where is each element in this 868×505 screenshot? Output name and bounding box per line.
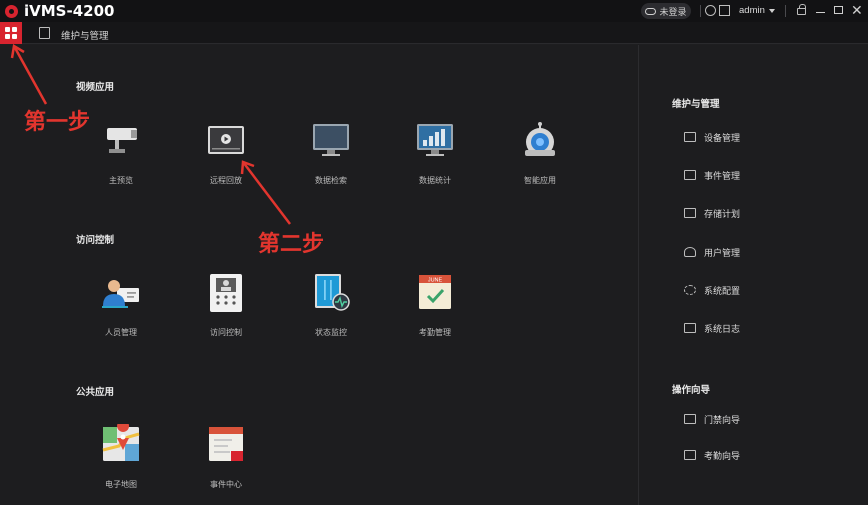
device-icon: [684, 132, 696, 142]
playback-icon: [208, 126, 244, 154]
door-terminal-icon: [210, 274, 242, 312]
grid-icon: [5, 27, 17, 39]
camera-icon: [107, 128, 137, 153]
monitor-icon: [313, 124, 349, 156]
tile-status-monitor[interactable]: 状态监控: [291, 270, 371, 342]
annotation-step-one: 第一步: [24, 110, 91, 135]
tile-person-management[interactable]: 人员管理: [81, 270, 161, 342]
close-button[interactable]: ✕: [851, 2, 865, 18]
sidebar-title-guide: 操作向导: [672, 385, 711, 396]
event-center-icon: [209, 427, 243, 461]
login-status-label: 未登录: [659, 6, 687, 17]
calendar-icon: JUNE: [419, 275, 451, 309]
section-title-video: 视频应用: [76, 82, 115, 93]
status-monitor-icon: [315, 274, 350, 311]
tab-bar: [0, 22, 868, 44]
tile-label: 智能应用: [524, 176, 556, 185]
tile-label: 远程回放: [210, 176, 242, 185]
app-logo-icon: [5, 5, 18, 18]
app-title: iVMS-4200: [24, 2, 115, 20]
user-avatar-icon[interactable]: [705, 5, 716, 16]
tile-main-preview[interactable]: 主预览: [81, 118, 161, 190]
tile-label: 数据检索: [315, 176, 347, 185]
sidebar-item-label: 用户管理: [704, 248, 741, 258]
sidebar-item-label: 设备管理: [704, 133, 741, 143]
annotation-step-two: 第二步: [258, 232, 325, 257]
person-card-icon: [102, 280, 139, 308]
tile-data-statistics[interactable]: 数据统计: [395, 118, 475, 190]
tile-remote-playback[interactable]: 远程回放: [186, 118, 266, 190]
tile-label: 访问控制: [210, 328, 242, 337]
minimize-icon: [816, 12, 825, 14]
tab-maintenance-icon[interactable]: [39, 27, 50, 39]
tile-label: 考勤管理: [419, 328, 451, 337]
divider: [785, 5, 786, 17]
tile-event-center[interactable]: 事件中心: [186, 422, 266, 494]
side-panel: [638, 45, 868, 505]
section-title-access: 访问控制: [76, 235, 115, 246]
tile-access-control[interactable]: 访问控制: [186, 270, 266, 342]
gear-icon: [684, 285, 696, 295]
sidebar-item-label: 系统配置: [704, 286, 741, 296]
robot-icon: [525, 122, 555, 156]
calendar-month-label: JUNE: [428, 278, 443, 284]
user-name[interactable]: admin: [739, 5, 765, 16]
tab-maintenance[interactable]: 维护与管理: [61, 28, 109, 42]
close-icon: ✕: [851, 2, 863, 18]
map-icon: [102, 424, 140, 461]
sidebar-item-label: 考勤向导: [704, 451, 741, 461]
tile-label: 状态监控: [315, 328, 347, 337]
tile-label: 数据统计: [419, 176, 451, 185]
lock-icon[interactable]: [797, 4, 806, 15]
storage-icon: [684, 208, 696, 218]
sidebar-item-label: 事件管理: [704, 171, 741, 181]
log-icon: [684, 323, 696, 333]
tile-data-search[interactable]: 数据检索: [291, 118, 371, 190]
door-guide-icon: [684, 414, 696, 424]
chevron-down-icon[interactable]: [769, 9, 775, 13]
maximize-icon: [834, 6, 843, 14]
tile-label: 事件中心: [210, 480, 242, 489]
cloud-icon: [645, 7, 657, 15]
section-title-public: 公共应用: [76, 387, 115, 398]
title-bar: iVMS-4200 未登录 admin ✕: [0, 0, 868, 22]
picture-icon[interactable]: [719, 5, 730, 16]
maximize-button[interactable]: [832, 3, 846, 17]
tile-label: 主预览: [109, 176, 133, 185]
sidebar-item-label: 系统日志: [704, 324, 741, 334]
sidebar-title-maintenance: 维护与管理: [672, 99, 720, 110]
bar-chart-icon: [417, 124, 453, 156]
sidebar-item-label: 存储计划: [704, 209, 741, 219]
login-status-button[interactable]: 未登录: [641, 3, 691, 19]
home-grid-button[interactable]: [0, 22, 22, 44]
tile-e-map[interactable]: 电子地图: [81, 422, 161, 494]
minimize-button[interactable]: [814, 3, 828, 17]
divider: [700, 5, 701, 17]
attendance-guide-icon: [684, 450, 696, 460]
user-icon: [684, 247, 696, 257]
tile-label: 人员管理: [105, 328, 137, 337]
tile-label: 电子地图: [105, 480, 137, 489]
event-icon: [684, 170, 696, 180]
tile-smart-apps[interactable]: 智能应用: [500, 118, 580, 190]
sidebar-item-label: 门禁向导: [704, 415, 741, 425]
tile-attendance-management[interactable]: JUNE 考勤管理: [395, 270, 475, 342]
